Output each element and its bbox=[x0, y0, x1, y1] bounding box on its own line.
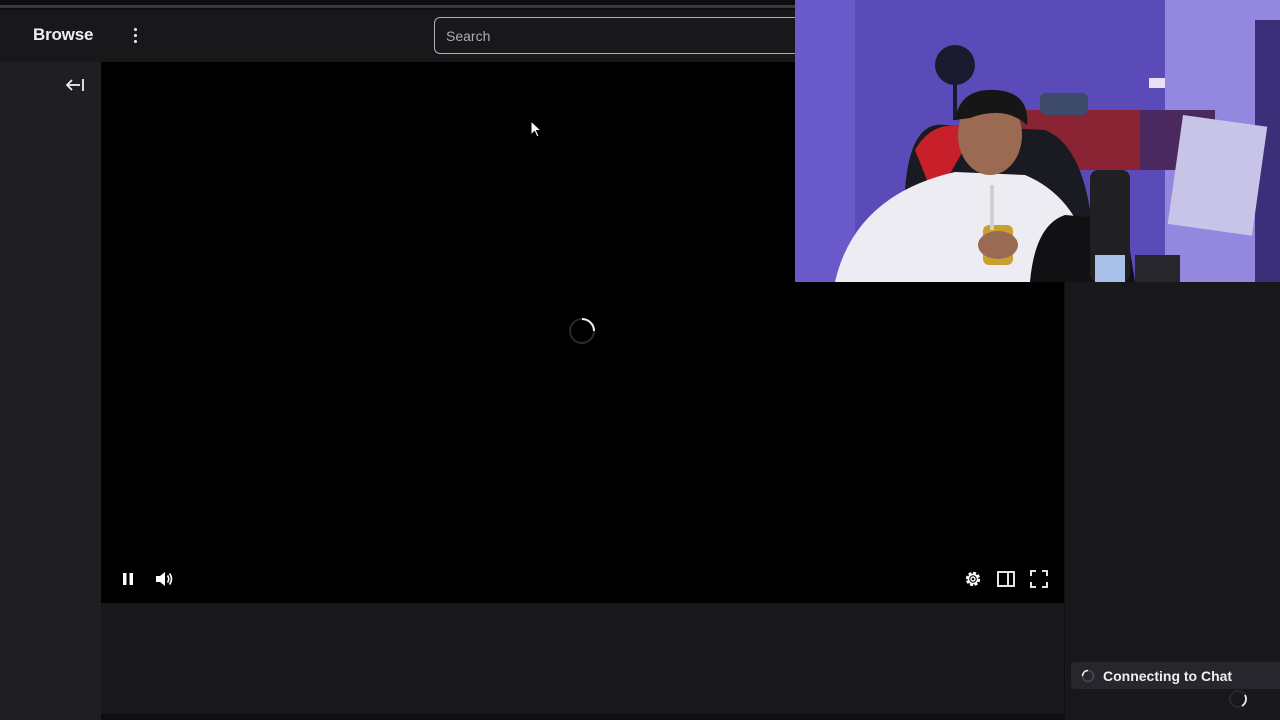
top-progress-strip bbox=[0, 0, 795, 10]
gear-icon[interactable] bbox=[962, 568, 984, 590]
search-input[interactable] bbox=[434, 17, 795, 54]
theatre-mode-icon[interactable] bbox=[995, 568, 1017, 590]
volume-icon[interactable] bbox=[153, 568, 175, 590]
stream-info-area bbox=[101, 603, 1064, 714]
top-divider bbox=[0, 5, 795, 8]
webcam-image bbox=[795, 0, 1280, 282]
bottom-strip bbox=[101, 714, 1064, 720]
chat-panel: Connecting to Chat bbox=[1064, 282, 1280, 720]
top-nav: Browse bbox=[0, 10, 795, 62]
left-sidebar bbox=[0, 62, 101, 720]
browse-link[interactable]: Browse bbox=[33, 25, 93, 45]
loading-spinner-icon bbox=[569, 318, 595, 344]
player-controls-right bbox=[962, 568, 1050, 590]
player-controls-left bbox=[117, 568, 175, 590]
fullscreen-icon[interactable] bbox=[1028, 568, 1050, 590]
webcam-overlay bbox=[795, 0, 1280, 282]
chat-loading-spinner-icon bbox=[1229, 690, 1247, 708]
more-options-icon[interactable] bbox=[126, 24, 144, 46]
collapse-sidebar-icon[interactable] bbox=[64, 76, 86, 94]
chat-status-text: Connecting to Chat bbox=[1103, 667, 1233, 684]
pause-icon[interactable] bbox=[117, 568, 139, 590]
mouse-cursor-icon bbox=[530, 120, 542, 138]
chat-connecting-banner: Connecting to Chat bbox=[1071, 662, 1280, 689]
small-spinner-icon bbox=[1081, 669, 1095, 682]
